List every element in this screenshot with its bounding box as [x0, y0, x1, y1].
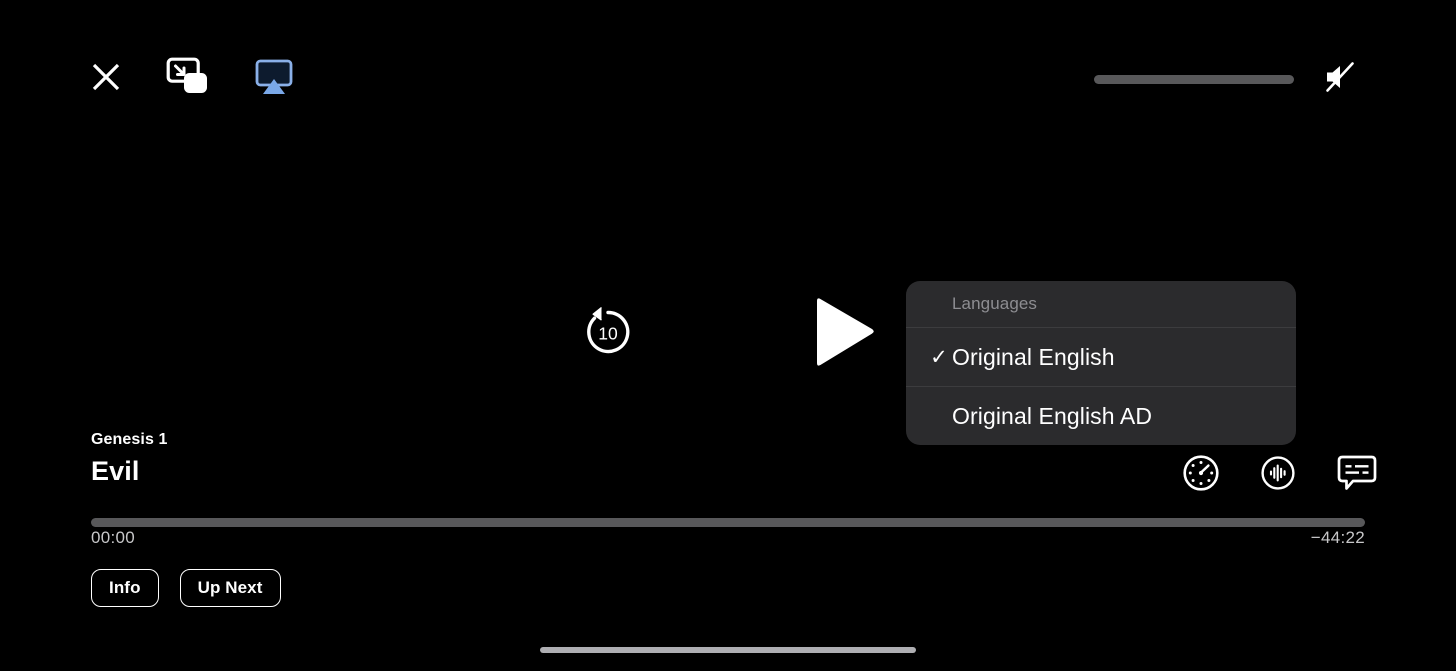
close-x-icon [88, 59, 124, 100]
airplay-icon [254, 57, 294, 102]
picture-in-picture-icon [166, 56, 212, 103]
menu-item-original-english[interactable]: ✓ Original English [906, 328, 1296, 386]
play-button[interactable] [799, 292, 879, 377]
remaining-time: −44:22 [1310, 528, 1365, 547]
checkmark-icon: ✓ [930, 345, 948, 369]
top-right-controls [1094, 57, 1360, 102]
play-triangle-icon [799, 292, 879, 377]
audio-button[interactable] [1259, 454, 1297, 497]
bottom-pill-buttons: Info Up Next [91, 569, 281, 607]
scrubber-track[interactable] [91, 517, 1365, 527]
info-button[interactable]: Info [91, 569, 159, 607]
home-indicator[interactable] [540, 647, 916, 653]
menu-item-label: Original English [952, 343, 1115, 370]
player-top-bar [0, 0, 1456, 150]
menu-item-label: Original English AD [952, 402, 1153, 429]
checkmark-icon-placeholder: ✓ [926, 404, 952, 429]
languages-menu-header: Languages [952, 294, 1038, 313]
media-subtitle: Genesis 1 [91, 431, 168, 448]
player-bottom-bar: Genesis 1 Evil 00:00 −44:22 Info Up Next [0, 431, 1456, 671]
bottom-right-controls [1181, 453, 1379, 498]
media-title: Evil [91, 455, 140, 486]
airplay-button[interactable] [254, 57, 294, 102]
media-metadata: Genesis 1 Evil [91, 431, 168, 487]
languages-menu: Languages ✓ Original English ✓ Original … [906, 281, 1296, 445]
svg-text:10: 10 [598, 323, 618, 343]
elapsed-time: 00:00 [91, 528, 136, 547]
close-button[interactable] [88, 59, 124, 100]
subtitles-bubble-icon [1335, 453, 1379, 498]
volume-slider-track[interactable] [1094, 75, 1294, 84]
subtitles-button[interactable] [1335, 453, 1379, 498]
volume-slider[interactable] [1094, 60, 1294, 100]
picture-in-picture-button[interactable] [166, 56, 212, 103]
playback-speed-button[interactable] [1181, 453, 1221, 498]
audio-waveform-icon [1259, 454, 1297, 497]
playback-speed-icon [1181, 453, 1221, 498]
skip-back-10-button[interactable]: 10 [577, 301, 639, 368]
up-next-button[interactable]: Up Next [179, 569, 281, 607]
skip-back-10-icon: 10 [577, 301, 639, 368]
time-labels: 00:00 −44:22 [91, 528, 1365, 548]
video-player: 10 Languages ✓ Original English ✓ Origin… [0, 0, 1456, 671]
mute-button[interactable] [1320, 57, 1360, 102]
top-left-controls [88, 56, 294, 103]
mute-speaker-icon [1320, 57, 1360, 102]
